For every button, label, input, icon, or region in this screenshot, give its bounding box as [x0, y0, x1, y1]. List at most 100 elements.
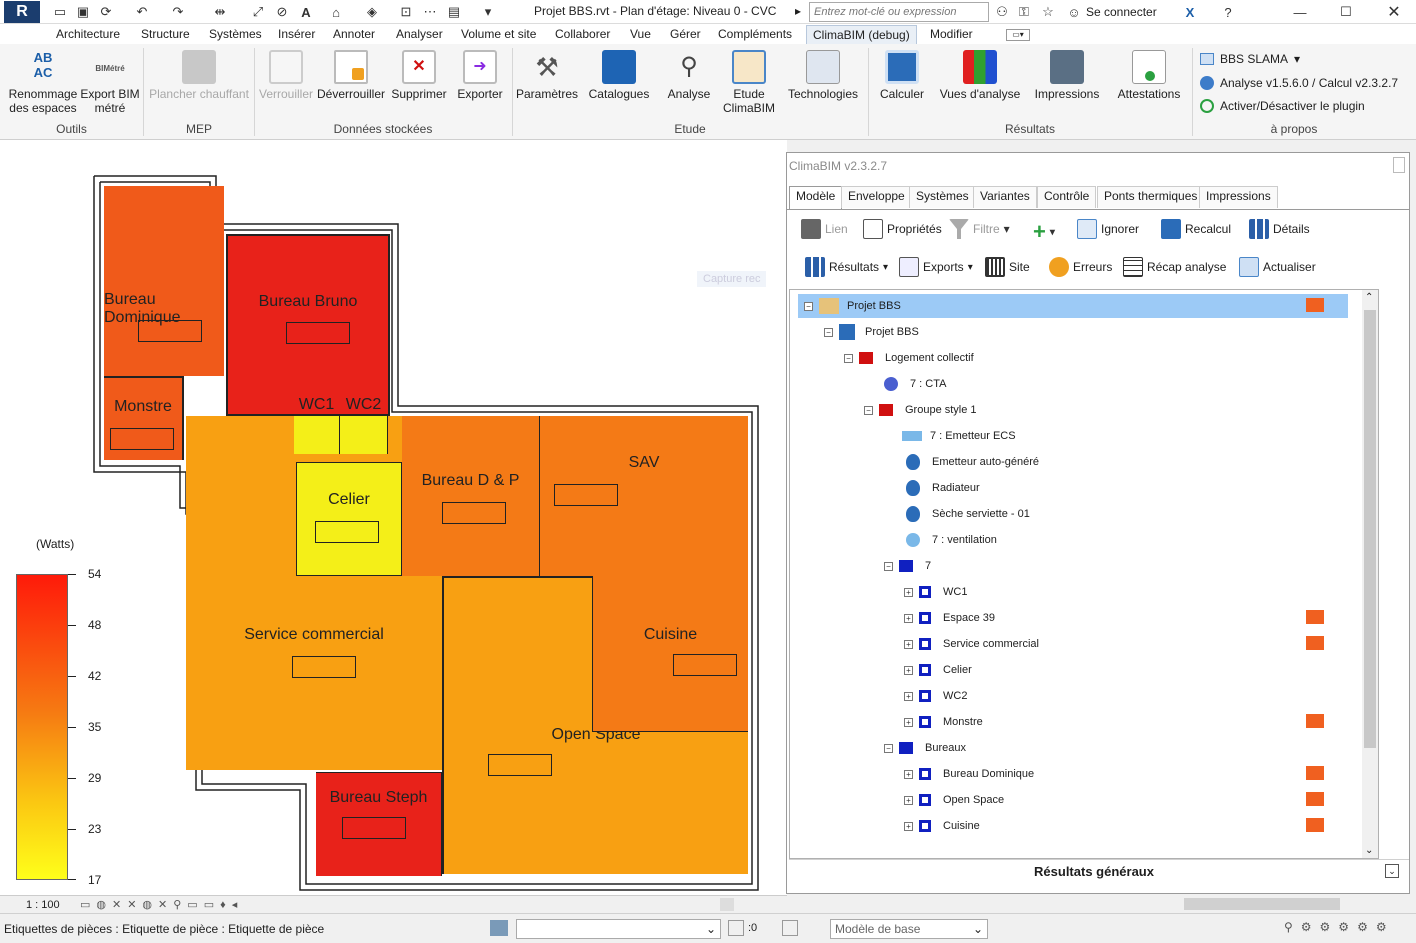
tree-node[interactable]: + Cuisine — [904, 817, 980, 835]
tree-node[interactable]: 7 : ventilation — [906, 531, 997, 549]
tab-variantes[interactable]: Variantes — [973, 186, 1037, 208]
analysis-recap-button[interactable]: Récap analyse — [1123, 257, 1226, 277]
minimize-icon[interactable]: — — [1290, 3, 1310, 21]
workset-dropdown[interactable]: ⌄ — [516, 919, 721, 939]
user-icon[interactable]: ☺ — [1064, 3, 1084, 21]
recalc-button[interactable]: Recalcul — [1161, 219, 1231, 239]
room-tag[interactable] — [673, 654, 737, 676]
scale-label[interactable]: 1 : 100 — [26, 899, 60, 911]
tab-architecture[interactable]: Architecture — [56, 27, 120, 41]
close-hidden-icon[interactable]: ⊡ — [396, 3, 416, 21]
room-tag[interactable] — [110, 428, 174, 450]
tab-modele[interactable]: Modèle — [789, 186, 843, 210]
link-button[interactable]: Lien — [801, 219, 848, 239]
search-arrow-icon[interactable]: ▸ — [795, 4, 801, 18]
tree-node[interactable]: 7 : Emetteur ECS — [902, 427, 1016, 445]
about-version[interactable]: Analyse v1.5.6.0 / Calcul v2.3.2.7 — [1200, 76, 1398, 90]
panel-scroll-indicator[interactable] — [1393, 157, 1405, 173]
hscroll-thumb[interactable] — [1184, 898, 1340, 910]
refresh-button[interactable]: Actualiser — [1239, 257, 1316, 277]
tree-node[interactable]: − Projet BBS — [824, 323, 919, 341]
exports-button[interactable]: Exports ▾ — [899, 257, 973, 277]
export-button[interactable]: ➜ Exporter — [452, 50, 508, 101]
room-celier[interactable]: Celier — [296, 462, 402, 576]
about-company[interactable]: BBS SLAMA ▾ — [1200, 52, 1300, 66]
selection-toggles[interactable]: ⚲⚙⚙⚙⚙⚙ — [1284, 920, 1395, 934]
technologies-button[interactable]: Technologies — [782, 50, 864, 101]
general-results-label[interactable]: Résultats généraux — [789, 864, 1399, 879]
tree-node[interactable]: − Projet BBS — [804, 297, 901, 315]
tab-ponts-thermiques[interactable]: Ponts thermiques — [1097, 186, 1205, 208]
close-icon[interactable]: ✕ — [1384, 3, 1404, 21]
lock-button[interactable]: Verrouiller — [256, 50, 316, 101]
tree-node[interactable]: + WC1 — [904, 583, 967, 601]
drawing-canvas[interactable]: Bureau Dominique Bureau Bruno Monstre Se… — [0, 162, 787, 895]
exchange-icon[interactable]: X — [1180, 3, 1200, 21]
horizontal-scrollbar[interactable] — [1140, 895, 1416, 913]
tree-scrollbar[interactable]: ⌃ ⌄ — [1362, 290, 1378, 858]
thin-lines-icon[interactable]: ⋯ — [420, 3, 440, 21]
tab-climabim[interactable]: ClimaBIM (debug) — [806, 25, 917, 44]
open-icon[interactable]: ▭ — [50, 3, 70, 21]
switch-windows-icon[interactable]: ▤ — [444, 3, 464, 21]
site-button[interactable]: Site — [985, 257, 1030, 277]
room-tag[interactable] — [442, 502, 506, 524]
sign-in-link[interactable]: Se connecter — [1086, 5, 1157, 19]
tab-systemes-panel[interactable]: Systèmes — [909, 186, 976, 208]
panel-toggle-icon[interactable]: ▭▾ — [1006, 29, 1030, 41]
tree-node[interactable]: + WC2 — [904, 687, 967, 705]
calculate-button[interactable]: Calculer — [872, 50, 932, 101]
tab-volume-site[interactable]: Volume et site — [461, 27, 536, 41]
printing-button[interactable]: Impressions — [1030, 50, 1104, 101]
tab-systemes[interactable]: Systèmes — [209, 27, 262, 41]
dimension-icon[interactable]: ⤢ — [248, 3, 268, 21]
results-button[interactable]: Résultats ▾ — [805, 257, 888, 277]
tree-node[interactable]: − Bureaux — [884, 739, 966, 757]
tree-node[interactable]: − Logement collectif — [844, 349, 974, 367]
room-tag[interactable] — [292, 656, 356, 678]
export-bim-metre-button[interactable]: BIMétré Export BIM métré — [80, 50, 140, 115]
analysis-views-button[interactable]: Vues d'analyse — [936, 50, 1024, 101]
tree-scroll-thumb[interactable] — [1364, 310, 1376, 748]
tab-structure[interactable]: Structure — [141, 27, 190, 41]
tree-node[interactable]: Radiateur — [906, 479, 980, 497]
customize-icon[interactable]: ▾ — [478, 3, 498, 21]
tree-node[interactable]: −7 — [884, 557, 931, 575]
tab-annoter[interactable]: Annoter — [333, 27, 375, 41]
room-bureau-steph[interactable]: Bureau Steph — [316, 772, 442, 876]
star-icon[interactable]: ☆ — [1038, 3, 1058, 21]
tab-impressions[interactable]: Impressions — [1199, 186, 1278, 208]
help-icon[interactable]: ? — [1218, 3, 1238, 21]
properties-button[interactable]: Propriétés — [863, 219, 942, 239]
tree-node[interactable]: + Monstre — [904, 713, 983, 731]
scroll-up-icon[interactable]: ⌃ — [1365, 292, 1373, 303]
certificates-button[interactable]: Attestations — [1110, 50, 1188, 101]
room-tag[interactable] — [554, 484, 618, 506]
subscription-icon[interactable]: ⚿ — [1014, 3, 1034, 21]
tab-modifier[interactable]: Modifier — [930, 27, 973, 41]
room-sav[interactable]: SAV — [540, 416, 748, 576]
text-icon[interactable]: A — [296, 3, 316, 21]
room-tag[interactable] — [488, 754, 552, 776]
room-tag[interactable] — [315, 521, 379, 543]
expand-results-icon[interactable]: ⌄ — [1385, 864, 1399, 878]
filter-button[interactable]: Filtre ▾ — [949, 219, 1010, 239]
binoculars-icon[interactable]: ⚇ — [992, 3, 1012, 21]
maximize-icon[interactable]: ☐ — [1336, 3, 1356, 21]
tree-node[interactable]: + Open Space — [904, 791, 1004, 809]
tree-node[interactable]: 7 : CTA — [884, 375, 946, 393]
ignore-button[interactable]: Ignorer — [1077, 219, 1139, 239]
section-icon[interactable]: ◈ — [362, 3, 382, 21]
errors-button[interactable]: Erreurs — [1049, 257, 1112, 277]
scroll-down-icon[interactable]: ⌄ — [1365, 845, 1373, 856]
room-tag[interactable] — [342, 817, 406, 839]
search-input[interactable]: Entrez mot-clé ou expression — [809, 2, 989, 22]
tab-enveloppe[interactable]: Enveloppe — [841, 186, 912, 208]
rename-spaces-button[interactable]: AB AC Renommage des espaces — [6, 50, 80, 115]
room-cuisine[interactable]: Cuisine — [592, 576, 748, 732]
redo-icon[interactable]: ↷ — [168, 3, 188, 21]
details-button[interactable]: Détails — [1249, 219, 1310, 239]
room-wc2[interactable]: WC2 — [340, 396, 388, 454]
room-bureau-bruno[interactable]: Bureau Bruno — [226, 234, 390, 416]
undo-icon[interactable]: ↶ — [132, 3, 152, 21]
